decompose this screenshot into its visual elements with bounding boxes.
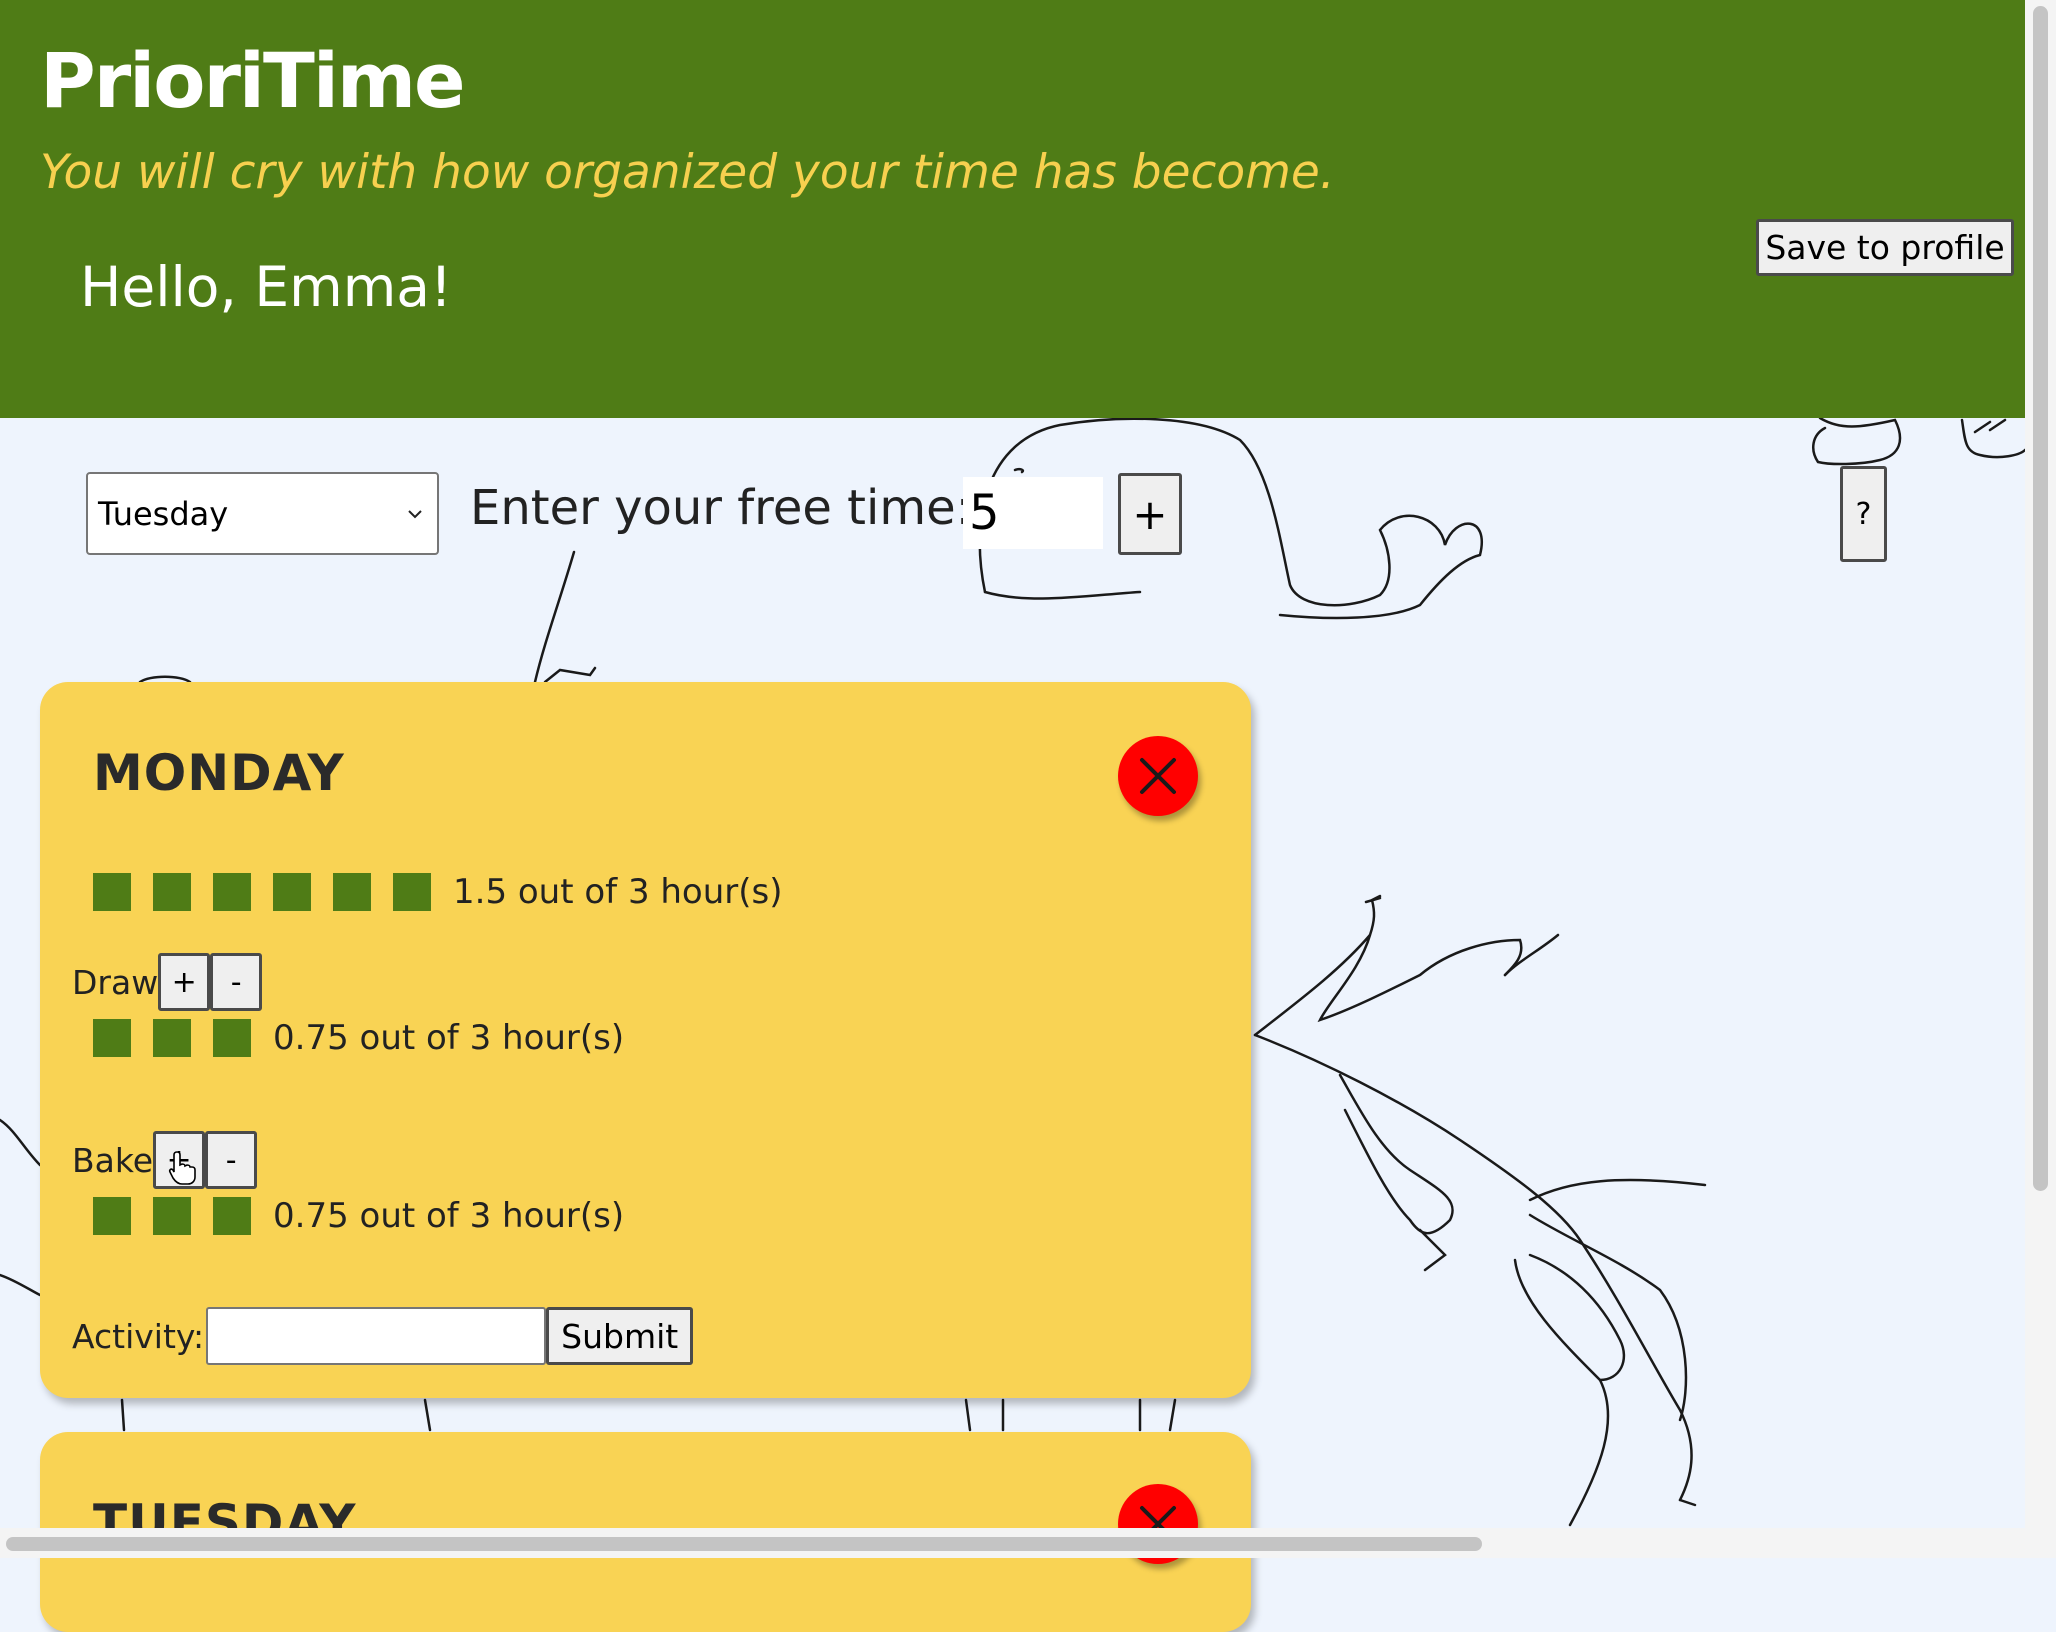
activity-time-text: 0.75 out of 3 hour(s) <box>273 1018 625 1058</box>
chevron-down-icon <box>408 509 422 518</box>
time-block <box>333 873 371 911</box>
activity-name: Draw <box>72 962 159 1002</box>
time-block <box>273 873 311 911</box>
save-to-profile-button[interactable]: Save to profile <box>1756 219 2014 276</box>
time-block <box>153 873 191 911</box>
horizontal-scroll-thumb[interactable] <box>6 1537 1482 1551</box>
time-block <box>393 873 431 911</box>
day-select[interactable]: Tuesday <box>86 472 439 555</box>
add-day-button[interactable]: + <box>1118 473 1182 555</box>
help-button[interactable]: ? <box>1840 466 1887 562</box>
horizontal-scrollbar[interactable] <box>0 1528 2056 1558</box>
time-block <box>93 1197 131 1235</box>
activity-time-text: 0.75 out of 3 hour(s) <box>273 1196 625 1236</box>
time-summary-text: 1.5 out of 3 hour(s) <box>453 872 783 912</box>
time-block <box>213 1197 251 1235</box>
close-day-button[interactable] <box>1118 736 1198 816</box>
free-time-label: Enter your free time: <box>470 480 972 536</box>
decrease-draw-button[interactable]: - <box>210 953 263 1011</box>
vertical-scroll-thumb[interactable] <box>2033 6 2048 1191</box>
vertical-scrollbar[interactable] <box>2025 0 2056 1530</box>
add-activity-form: Activity: Submit <box>72 1307 694 1365</box>
pointer-cursor-icon <box>168 1151 196 1185</box>
activity-input[interactable] <box>206 1307 547 1365</box>
day-time-summary: 1.5 out of 3 hour(s) <box>93 872 783 912</box>
time-block <box>153 1197 191 1235</box>
app-title: PrioriTime <box>40 36 466 125</box>
day-card-monday: MONDAY 1.5 out of 3 hour(s) Draw + - 0.7… <box>40 682 1251 1398</box>
time-block <box>93 873 131 911</box>
activity-time-draw: 0.75 out of 3 hour(s) <box>93 1018 624 1058</box>
free-time-value: 5 <box>969 485 1000 541</box>
time-block <box>213 1019 251 1057</box>
decrease-bake-button[interactable]: - <box>205 1131 258 1189</box>
day-select-value: Tuesday <box>98 494 229 533</box>
activity-label: Activity: <box>72 1316 205 1356</box>
time-block <box>153 1019 191 1057</box>
activity-row-draw: Draw + - <box>72 953 263 1011</box>
free-time-input[interactable]: 5 <box>963 477 1103 549</box>
time-block <box>213 873 251 911</box>
close-icon <box>1140 758 1176 794</box>
activity-time-bake: 0.75 out of 3 hour(s) <box>93 1196 624 1236</box>
tagline: You will cry with how organized your tim… <box>40 145 1335 200</box>
time-block <box>93 1019 131 1057</box>
app-header: PrioriTime You will cry with how organiz… <box>0 0 2025 418</box>
activity-name: Bake <box>72 1140 154 1180</box>
activity-row-bake: Bake + - <box>72 1131 258 1189</box>
day-title: MONDAY <box>93 744 345 802</box>
submit-activity-button[interactable]: Submit <box>546 1307 694 1365</box>
increase-draw-button[interactable]: + <box>158 953 211 1011</box>
greeting: Hello, Emma! <box>80 255 453 319</box>
